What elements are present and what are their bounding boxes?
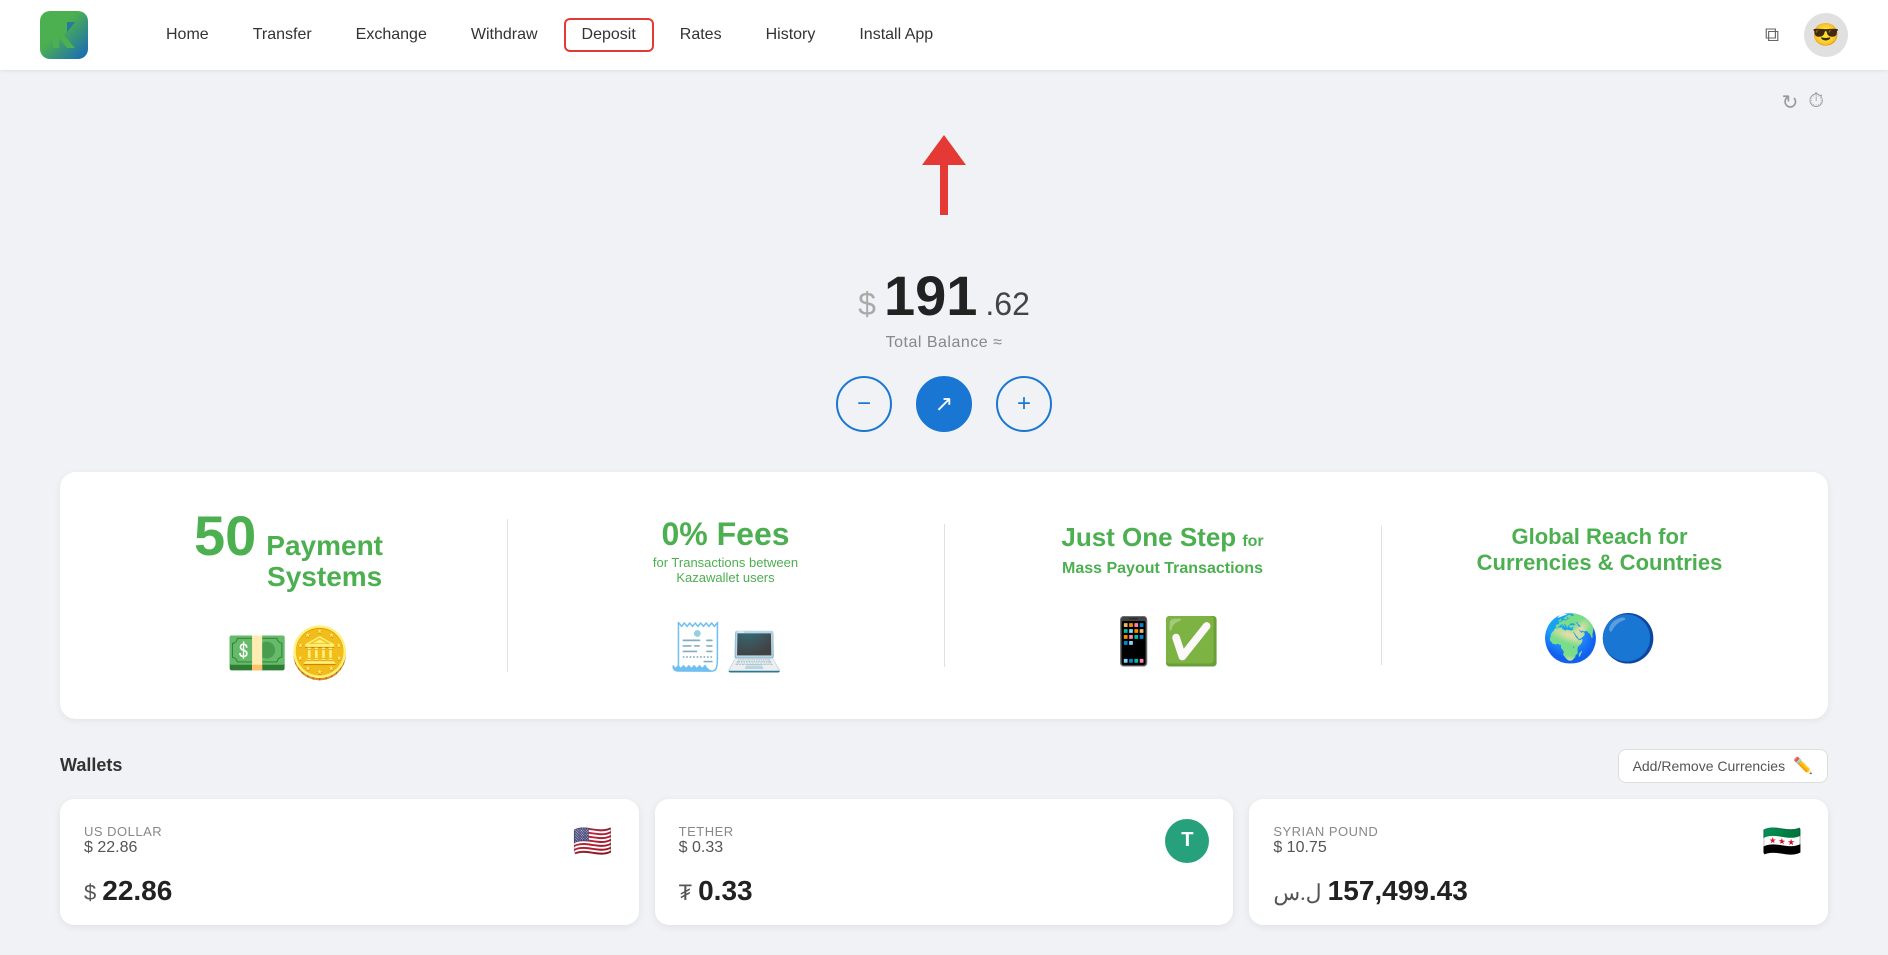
wallets-title: Wallets bbox=[60, 755, 122, 776]
add-remove-currencies-button[interactable]: Add/Remove Currencies ✏️ bbox=[1618, 749, 1828, 783]
banner-payment-systems: 50 PaymentSystems 💵🪙 bbox=[70, 492, 507, 699]
wallet-syp-symbol: ل.س bbox=[1273, 880, 1321, 906]
wallet-card-usd: US DOLLAR $ 22.86 🇺🇸 $ 22.86 bbox=[60, 799, 639, 925]
banner-2-subtitle: for Transactions betweenKazawallet users bbox=[653, 555, 798, 585]
wallet-tether-symbol: ₮ bbox=[679, 880, 692, 906]
nav-withdraw[interactable]: Withdraw bbox=[453, 18, 556, 52]
copy-icon[interactable]: ⧉ bbox=[1754, 17, 1790, 53]
header-actions: ⧉ 😎 bbox=[1754, 13, 1848, 57]
wallet-usd-usd: $ 22.86 bbox=[84, 839, 162, 857]
wallet-syp-value: 157,499.43 bbox=[1328, 875, 1468, 907]
global-reach-emoji: 🌍🔵 bbox=[1542, 611, 1657, 666]
main-nav: Home Transfer Exchange Withdraw Deposit … bbox=[148, 18, 1754, 52]
wallet-tether-info: TETHER $ 0.33 bbox=[679, 824, 734, 857]
logo[interactable] bbox=[40, 11, 88, 59]
deposit-arrow bbox=[922, 135, 966, 215]
wallet-usd-value: 22.86 bbox=[102, 875, 172, 907]
balance-decimal: .62 bbox=[985, 286, 1029, 323]
banner-3-image: 📱✅ bbox=[1105, 589, 1220, 669]
logo-icon bbox=[40, 11, 88, 59]
wallet-tether-value: 0.33 bbox=[698, 875, 753, 907]
wallet-syp-flag: 🇸🇾 bbox=[1760, 819, 1804, 863]
withdraw-icon: − bbox=[857, 390, 871, 418]
banner-zero-fees: 0% Fees for Transactions betweenKazawall… bbox=[507, 500, 944, 691]
deposit-button[interactable]: + bbox=[996, 376, 1052, 432]
wallet-card-syp: SYRIAN POUND $ 10.75 🇸🇾 ل.س 157,499.43 bbox=[1249, 799, 1828, 925]
balance-section: $ 191 .62 Total Balance ≈ − ↗ + bbox=[60, 105, 1828, 452]
transfer-button[interactable]: ↗ bbox=[916, 376, 972, 432]
wallets-header: Wallets Add/Remove Currencies ✏️ bbox=[60, 749, 1828, 783]
add-remove-label: Add/Remove Currencies bbox=[1633, 758, 1786, 774]
action-buttons: − ↗ + bbox=[836, 376, 1052, 432]
nav-exchange[interactable]: Exchange bbox=[338, 18, 445, 52]
wallet-usd-info: US DOLLAR $ 22.86 bbox=[84, 824, 162, 857]
withdraw-button[interactable]: − bbox=[836, 376, 892, 432]
edit-icon: ✏️ bbox=[1793, 756, 1813, 776]
main-content: ↻ ⏱ $ 191 .62 Total Balance ≈ − bbox=[0, 70, 1888, 955]
balance-whole: 191 bbox=[884, 263, 977, 328]
wallet-syp-top: SYRIAN POUND $ 10.75 🇸🇾 bbox=[1273, 819, 1804, 863]
wallet-usd-name: US DOLLAR bbox=[84, 824, 162, 839]
balance-amount: $ 191 .62 bbox=[858, 263, 1030, 328]
banner-1-image: 💵🪙 bbox=[226, 603, 351, 683]
payment-systems-emoji: 💵🪙 bbox=[226, 624, 351, 683]
banner-global-reach: Global Reach forCurrencies & Countries 🌍… bbox=[1381, 508, 1818, 682]
header: Home Transfer Exchange Withdraw Deposit … bbox=[0, 0, 1888, 70]
banner-4-title: Global Reach forCurrencies & Countries bbox=[1477, 524, 1723, 576]
one-step-emoji: 📱✅ bbox=[1105, 614, 1220, 669]
wallet-usd-top: US DOLLAR $ 22.86 🇺🇸 bbox=[84, 819, 615, 863]
arrow-head bbox=[922, 135, 966, 165]
wallet-syp-amount: ل.س 157,499.43 bbox=[1273, 875, 1804, 907]
wallet-tether-usd: $ 0.33 bbox=[679, 839, 734, 857]
wallet-tether-name: TETHER bbox=[679, 824, 734, 839]
zero-fees-emoji: 🧾💻 bbox=[668, 620, 783, 675]
arrow-shaft bbox=[940, 165, 948, 215]
wallet-usd-symbol: $ bbox=[84, 880, 96, 906]
balance-label: Total Balance ≈ bbox=[886, 334, 1003, 352]
wallet-usd-amount: $ 22.86 bbox=[84, 875, 615, 907]
banner-2-title: 0% Fees bbox=[661, 516, 789, 553]
banner-1-title-row: 50 PaymentSystems bbox=[194, 508, 383, 593]
wallet-syp-usd: $ 10.75 bbox=[1273, 839, 1378, 857]
nav-deposit[interactable]: Deposit bbox=[564, 18, 654, 52]
wallet-syp-name: SYRIAN POUND bbox=[1273, 824, 1378, 839]
content-wrapper: ↻ ⏱ $ 191 .62 Total Balance ≈ − bbox=[60, 90, 1828, 925]
banner-3-title: Just One Step forMass Payout Transaction… bbox=[1061, 522, 1263, 579]
wallet-usd-flag: 🇺🇸 bbox=[571, 819, 615, 863]
currency-symbol: $ bbox=[858, 286, 876, 323]
wallet-cards: US DOLLAR $ 22.86 🇺🇸 $ 22.86 TETHER $ 0.… bbox=[60, 799, 1828, 925]
nav-rates[interactable]: Rates bbox=[662, 18, 740, 52]
wallet-tether-flag: T bbox=[1165, 819, 1209, 863]
wallet-syp-info: SYRIAN POUND $ 10.75 bbox=[1273, 824, 1378, 857]
banner-4-image: 🌍🔵 bbox=[1542, 586, 1657, 666]
banner-one-step: Just One Step forMass Payout Transaction… bbox=[944, 506, 1381, 685]
banner-section: 50 PaymentSystems 💵🪙 0% Fees for Transac… bbox=[60, 472, 1828, 719]
wallet-tether-top: TETHER $ 0.33 T bbox=[679, 819, 1210, 863]
nav-transfer[interactable]: Transfer bbox=[235, 18, 330, 52]
avatar[interactable]: 😎 bbox=[1804, 13, 1848, 57]
banner-1-text: PaymentSystems bbox=[266, 531, 383, 593]
wallet-card-tether: TETHER $ 0.33 T ₮ 0.33 bbox=[655, 799, 1234, 925]
nav-install-app[interactable]: Install App bbox=[841, 18, 951, 52]
nav-history[interactable]: History bbox=[748, 18, 834, 52]
deposit-icon: + bbox=[1017, 390, 1031, 418]
transfer-icon: ↗ bbox=[935, 391, 953, 417]
banner-1-number: 50 bbox=[194, 508, 256, 564]
wallet-tether-amount: ₮ 0.33 bbox=[679, 875, 1210, 907]
nav-home[interactable]: Home bbox=[148, 18, 227, 52]
banner-2-image: 🧾💻 bbox=[668, 595, 783, 675]
